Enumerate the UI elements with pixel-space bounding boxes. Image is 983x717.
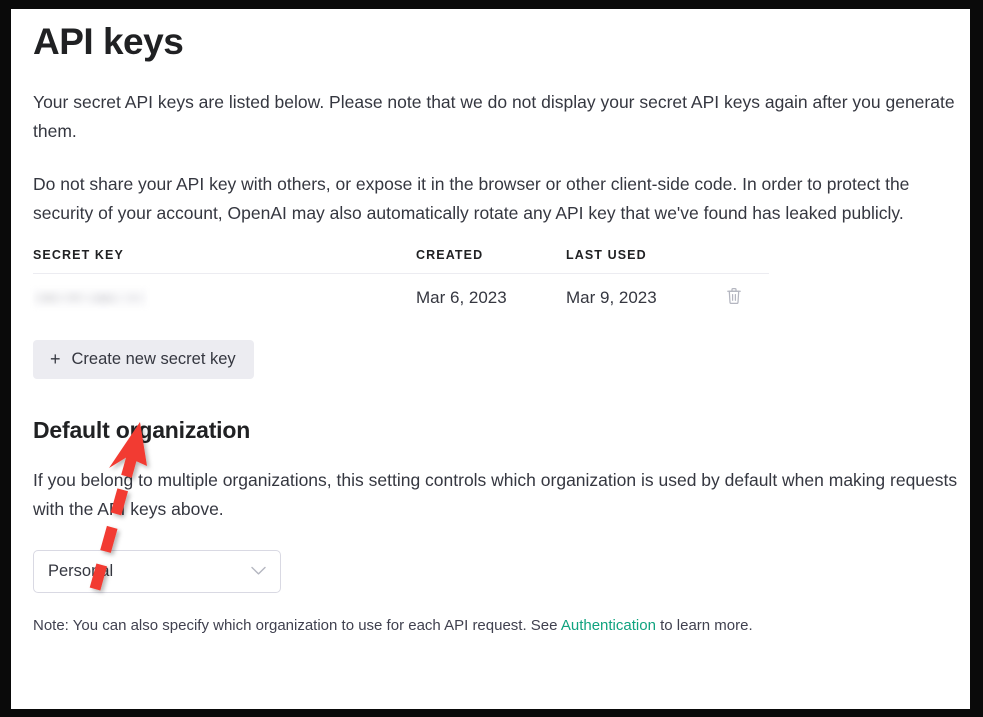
cell-last-used: Mar 9, 2023 (566, 273, 726, 324)
column-header-actions (726, 248, 769, 274)
create-new-secret-key-button[interactable]: + Create new secret key (33, 340, 254, 379)
create-new-secret-key-label: Create new secret key (72, 351, 236, 368)
trash-icon[interactable] (726, 287, 742, 305)
organization-note-prefix: Note: You can also specify which organiz… (33, 617, 561, 634)
page-content: API keys Your secret API keys are listed… (33, 23, 969, 652)
screenshot-frame: API keys Your secret API keys are listed… (0, 0, 983, 717)
column-header-last-used: LAST USED (566, 248, 726, 274)
api-keys-page: API keys Your secret API keys are listed… (11, 9, 970, 709)
intro-paragraph: Your secret API keys are listed below. P… (33, 88, 969, 146)
warning-paragraph: Do not share your API key with others, o… (33, 170, 969, 228)
organization-note: Note: You can also specify which organiz… (33, 615, 969, 637)
secret-keys-table: SECRET KEY CREATED LAST USED Mar 6, 2023… (33, 248, 769, 324)
default-organization-select[interactable]: Personal (33, 550, 281, 593)
table-row: Mar 6, 2023 Mar 9, 2023 (33, 273, 769, 324)
authentication-link[interactable]: Authentication (561, 617, 656, 634)
cell-created: Mar 6, 2023 (416, 273, 566, 324)
table-body: Mar 6, 2023 Mar 9, 2023 (33, 273, 769, 324)
organization-note-suffix: to learn more. (656, 617, 753, 634)
plus-icon: + (50, 350, 61, 368)
table-header-row: SECRET KEY CREATED LAST USED (33, 248, 769, 274)
page-title: API keys (33, 23, 969, 62)
cell-secret-key (33, 273, 416, 324)
redacted-secret-key (33, 288, 147, 308)
table-header: SECRET KEY CREATED LAST USED (33, 248, 769, 274)
default-organization-title: Default organization (33, 417, 969, 444)
default-organization-selected-value: Personal (48, 562, 113, 581)
column-header-secret-key: SECRET KEY (33, 248, 416, 274)
chevron-down-icon (251, 567, 266, 576)
cell-actions (726, 273, 769, 324)
default-organization-description: If you belong to multiple organizations,… (33, 466, 969, 524)
column-header-created: CREATED (416, 248, 566, 274)
